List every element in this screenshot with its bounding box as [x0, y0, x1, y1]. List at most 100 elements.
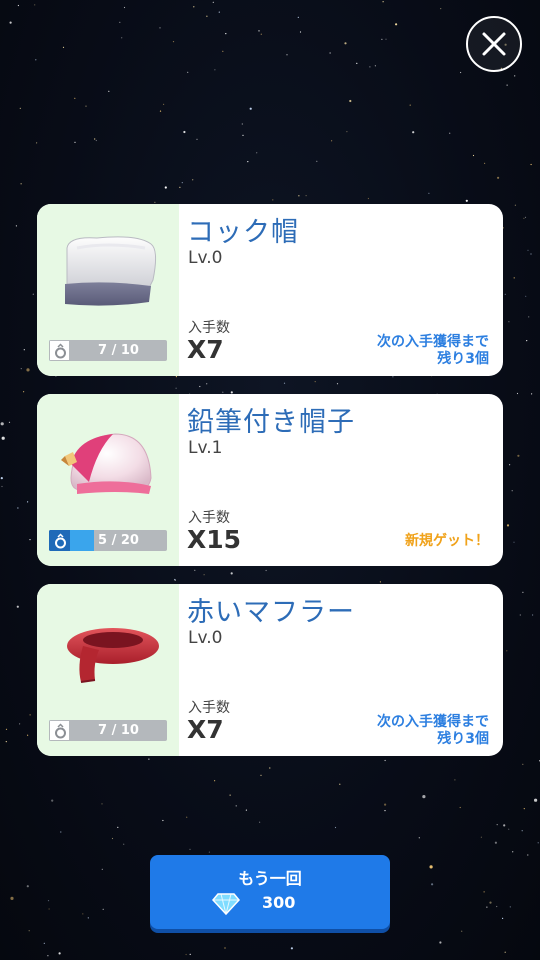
star [439, 941, 442, 944]
star [356, 62, 358, 64]
item-name: コック帽 [187, 217, 299, 248]
star [23, 391, 25, 393]
star [260, 33, 262, 35]
star [199, 385, 201, 388]
star [1, 436, 5, 440]
star [465, 199, 468, 202]
star [381, 38, 383, 41]
star [15, 225, 17, 227]
star [87, 917, 89, 919]
star [28, 930, 30, 932]
star [194, 569, 196, 572]
star [461, 930, 463, 932]
star [283, 382, 286, 384]
star [48, 908, 50, 910]
star [511, 490, 513, 492]
star [186, 816, 188, 818]
star [16, 605, 19, 608]
star [27, 734, 29, 736]
star [187, 71, 189, 73]
star [483, 891, 485, 893]
star [247, 161, 249, 163]
star [19, 107, 21, 109]
star [183, 130, 186, 134]
star [10, 896, 14, 901]
ring-icon [49, 530, 70, 551]
star [449, 132, 451, 134]
star [440, 8, 442, 10]
count-value: X7 [187, 715, 224, 744]
star [339, 783, 341, 785]
star [523, 808, 525, 810]
star [58, 952, 61, 955]
star [123, 6, 126, 9]
count-label: 入手数 [188, 320, 230, 336]
star [74, 97, 76, 99]
star [175, 376, 177, 378]
count-value: X15 [187, 525, 242, 554]
next-reward-line2: 残り3個 [437, 351, 489, 367]
star [258, 30, 260, 32]
star [241, 123, 243, 125]
star [9, 21, 12, 24]
star [62, 46, 65, 49]
star [196, 138, 198, 140]
star [525, 295, 527, 297]
star [459, 806, 461, 809]
star [242, 134, 244, 136]
star [179, 186, 181, 188]
star [192, 179, 194, 181]
star [530, 253, 532, 255]
star [349, 99, 352, 103]
star [123, 843, 125, 845]
star [384, 810, 386, 812]
star [82, 913, 84, 915]
star [101, 868, 103, 870]
star [504, 951, 506, 953]
star [260, 774, 262, 776]
star [34, 4, 36, 6]
star [8, 421, 11, 423]
star [43, 942, 45, 944]
close-button[interactable] [466, 16, 522, 72]
star [117, 826, 119, 829]
star [523, 217, 525, 219]
star [290, 947, 293, 950]
star [17, 507, 19, 509]
star [0, 477, 3, 480]
star [526, 340, 528, 342]
star [382, 1, 384, 3]
star [506, 84, 508, 86]
star [269, 767, 271, 769]
count-label: 入手数 [188, 510, 230, 526]
star [174, 579, 176, 581]
star [384, 803, 387, 806]
star [193, 6, 195, 8]
star [1, 485, 3, 488]
retry-button[interactable]: もう一回 300 [150, 855, 390, 929]
item-card-red-scarf: 7 / 10 赤いマフラー Lv.0 入手数 X7 次の入手獲得まで 残り3個 [37, 584, 503, 756]
retry-cost: 300 [262, 893, 296, 912]
star [235, 805, 237, 807]
star [225, 33, 227, 35]
star [259, 821, 261, 823]
star [517, 454, 520, 457]
star [164, 186, 167, 189]
star [314, 381, 316, 383]
star [29, 714, 31, 716]
item-level: Lv.0 [188, 628, 223, 648]
star [208, 851, 210, 853]
star [17, 4, 19, 7]
star [222, 391, 224, 393]
star [298, 195, 300, 197]
star [26, 368, 30, 372]
star [20, 183, 22, 185]
star [519, 614, 521, 616]
star [509, 464, 511, 466]
star [506, 524, 510, 527]
star [5, 728, 8, 730]
star [212, 1, 214, 3]
diamond-icon [212, 893, 240, 916]
new-badge: 新規ゲット！ [405, 533, 489, 549]
star [181, 182, 183, 184]
